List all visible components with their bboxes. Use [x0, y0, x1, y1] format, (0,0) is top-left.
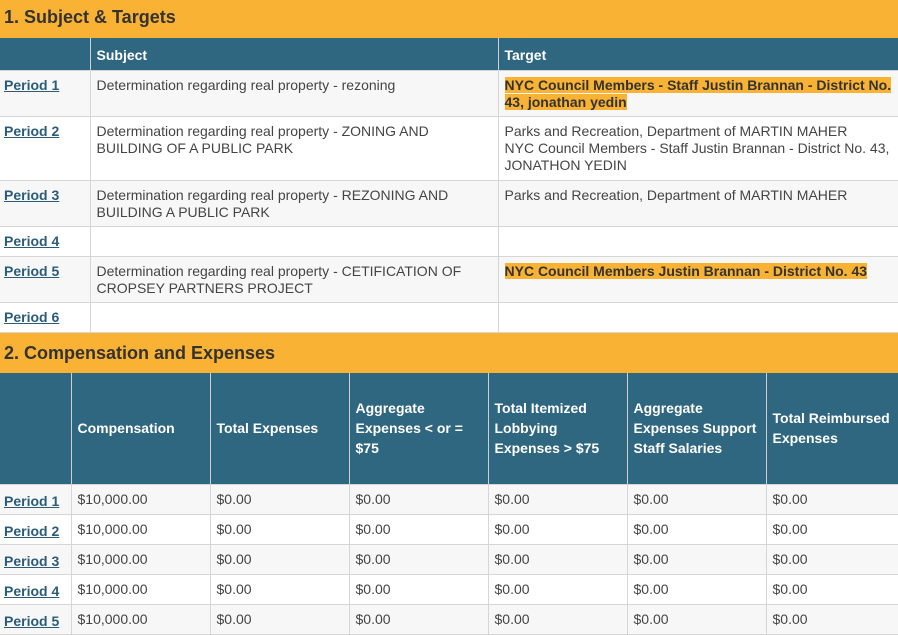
- period-cell: Period 5: [0, 605, 71, 635]
- total-expenses-cell: $0.00: [210, 575, 349, 605]
- itemized-lobbying-cell: $0.00: [488, 545, 627, 575]
- header-support-staff: Aggregate Expenses Support Staff Salarie…: [627, 373, 766, 485]
- table-row: Period 3$10,000.00$0.00$0.00$0.00$0.00$0…: [0, 545, 898, 575]
- support-staff-cell: $0.00: [627, 605, 766, 635]
- subject-cell: Determination regarding real property - …: [90, 116, 498, 180]
- period-link[interactable]: Period 3: [4, 187, 59, 203]
- table-header-row: Subject Target: [0, 38, 898, 70]
- compensation-cell: $10,000.00: [71, 605, 210, 635]
- support-staff-cell: $0.00: [627, 515, 766, 545]
- target-cell: [498, 226, 898, 256]
- itemized-lobbying-cell: $0.00: [488, 605, 627, 635]
- total-expenses-cell: $0.00: [210, 545, 349, 575]
- subject-cell: [90, 302, 498, 332]
- target-cell: NYC Council Members - Staff Justin Brann…: [498, 70, 898, 116]
- period-cell: Period 2: [0, 116, 90, 180]
- itemized-lobbying-cell: $0.00: [488, 515, 627, 545]
- target-cell: [498, 302, 898, 332]
- table-row: Period 5$10,000.00$0.00$0.00$0.00$0.00$0…: [0, 605, 898, 635]
- aggregate-expenses-cell: $0.00: [349, 605, 488, 635]
- period-link[interactable]: Period 1: [4, 77, 59, 93]
- total-expenses-cell: $0.00: [210, 605, 349, 635]
- itemized-lobbying-cell: $0.00: [488, 575, 627, 605]
- reimbursed-cell: $0.00: [766, 485, 898, 515]
- table-row: Period 4: [0, 226, 898, 256]
- table-row: Period 5 Determination regarding real pro…: [0, 256, 898, 302]
- target-cell: Parks and Recreation, Department of MART…: [498, 116, 898, 180]
- header-compensation: Compensation: [71, 373, 210, 485]
- total-expenses-cell: $0.00: [210, 515, 349, 545]
- period-cell: Period 3: [0, 545, 71, 575]
- table-row: Period 3 Determination regarding real pro…: [0, 180, 898, 226]
- target-line: Parks and Recreation, Department of MART…: [505, 123, 848, 139]
- period-cell: Period 1: [0, 70, 90, 116]
- period-cell: Period 3: [0, 180, 90, 226]
- subject-cell: Determination regarding real property - …: [90, 70, 498, 116]
- itemized-lobbying-cell: $0.00: [488, 485, 627, 515]
- header-aggregate-expenses: Aggregate Expenses < or = $75: [349, 373, 488, 485]
- subject-cell: Determination regarding real property - …: [90, 256, 498, 302]
- header-target: Target: [498, 38, 898, 70]
- table-row: Period 2 Determination regarding real pro…: [0, 116, 898, 180]
- period-link[interactable]: Period 1: [4, 493, 59, 509]
- compensation-cell: $10,000.00: [71, 545, 210, 575]
- table-row: Period 4$10,000.00$0.00$0.00$0.00$0.00$0…: [0, 575, 898, 605]
- period-cell: Period 5: [0, 256, 90, 302]
- period-cell: Period 4: [0, 575, 71, 605]
- period-cell: Period 4: [0, 226, 90, 256]
- section-title-subject-targets: 1. Subject & Targets: [0, 0, 898, 38]
- compensation-cell: $10,000.00: [71, 575, 210, 605]
- table-row: Period 1$10,000.00$0.00$0.00$0.00$0.00$0…: [0, 485, 898, 515]
- target-line: NYC Council Members - Staff Justin Brann…: [505, 77, 892, 110]
- period-link[interactable]: Period 5: [4, 263, 59, 279]
- header-period: [0, 373, 71, 485]
- subject-cell: [90, 226, 498, 256]
- table-row: Period 1 Determination regarding real pro…: [0, 70, 898, 116]
- target-line: NYC Council Members Justin Brannan - Dis…: [505, 263, 868, 279]
- table-header-row: Compensation Total Expenses Aggregate Ex…: [0, 373, 898, 485]
- table-row: Period 2$10,000.00$0.00$0.00$0.00$0.00$0…: [0, 515, 898, 545]
- reimbursed-cell: $0.00: [766, 575, 898, 605]
- support-staff-cell: $0.00: [627, 545, 766, 575]
- period-link[interactable]: Period 2: [4, 523, 59, 539]
- subject-targets-table: Subject Target Period 1 Determination reg…: [0, 38, 898, 333]
- target-line: NYC Council Members - Staff Justin Brann…: [505, 140, 890, 173]
- period-link[interactable]: Period 6: [4, 309, 59, 325]
- total-expenses-cell: $0.00: [210, 485, 349, 515]
- section-title-compensation: 2. Compensation and Expenses: [0, 333, 898, 373]
- aggregate-expenses-cell: $0.00: [349, 515, 488, 545]
- target-cell: NYC Council Members Justin Brannan - Dis…: [498, 256, 898, 302]
- reimbursed-cell: $0.00: [766, 605, 898, 635]
- compensation-table: Compensation Total Expenses Aggregate Ex…: [0, 373, 898, 635]
- period-cell: Period 2: [0, 515, 71, 545]
- header-total-expenses: Total Expenses: [210, 373, 349, 485]
- header-period: [0, 38, 90, 70]
- compensation-cell: $10,000.00: [71, 515, 210, 545]
- reimbursed-cell: $0.00: [766, 545, 898, 575]
- header-itemized-lobbying: Total Itemized Lobbying Expenses > $75: [488, 373, 627, 485]
- aggregate-expenses-cell: $0.00: [349, 485, 488, 515]
- aggregate-expenses-cell: $0.00: [349, 575, 488, 605]
- compensation-cell: $10,000.00: [71, 485, 210, 515]
- period-cell: Period 6: [0, 302, 90, 332]
- period-link[interactable]: Period 4: [4, 233, 59, 249]
- period-link[interactable]: Period 3: [4, 553, 59, 569]
- aggregate-expenses-cell: $0.00: [349, 545, 488, 575]
- support-staff-cell: $0.00: [627, 575, 766, 605]
- support-staff-cell: $0.00: [627, 485, 766, 515]
- header-reimbursed: Total Reimbursed Expenses: [766, 373, 898, 485]
- table-row: Period 6: [0, 302, 898, 332]
- subject-cell: Determination regarding real property - …: [90, 180, 498, 226]
- header-subject: Subject: [90, 38, 498, 70]
- period-link[interactable]: Period 2: [4, 123, 59, 139]
- reimbursed-cell: $0.00: [766, 515, 898, 545]
- period-link[interactable]: Period 5: [4, 613, 59, 629]
- target-cell: Parks and Recreation, Department of MART…: [498, 180, 898, 226]
- period-cell: Period 1: [0, 485, 71, 515]
- target-line: Parks and Recreation, Department of MART…: [505, 187, 848, 203]
- period-link[interactable]: Period 4: [4, 583, 59, 599]
